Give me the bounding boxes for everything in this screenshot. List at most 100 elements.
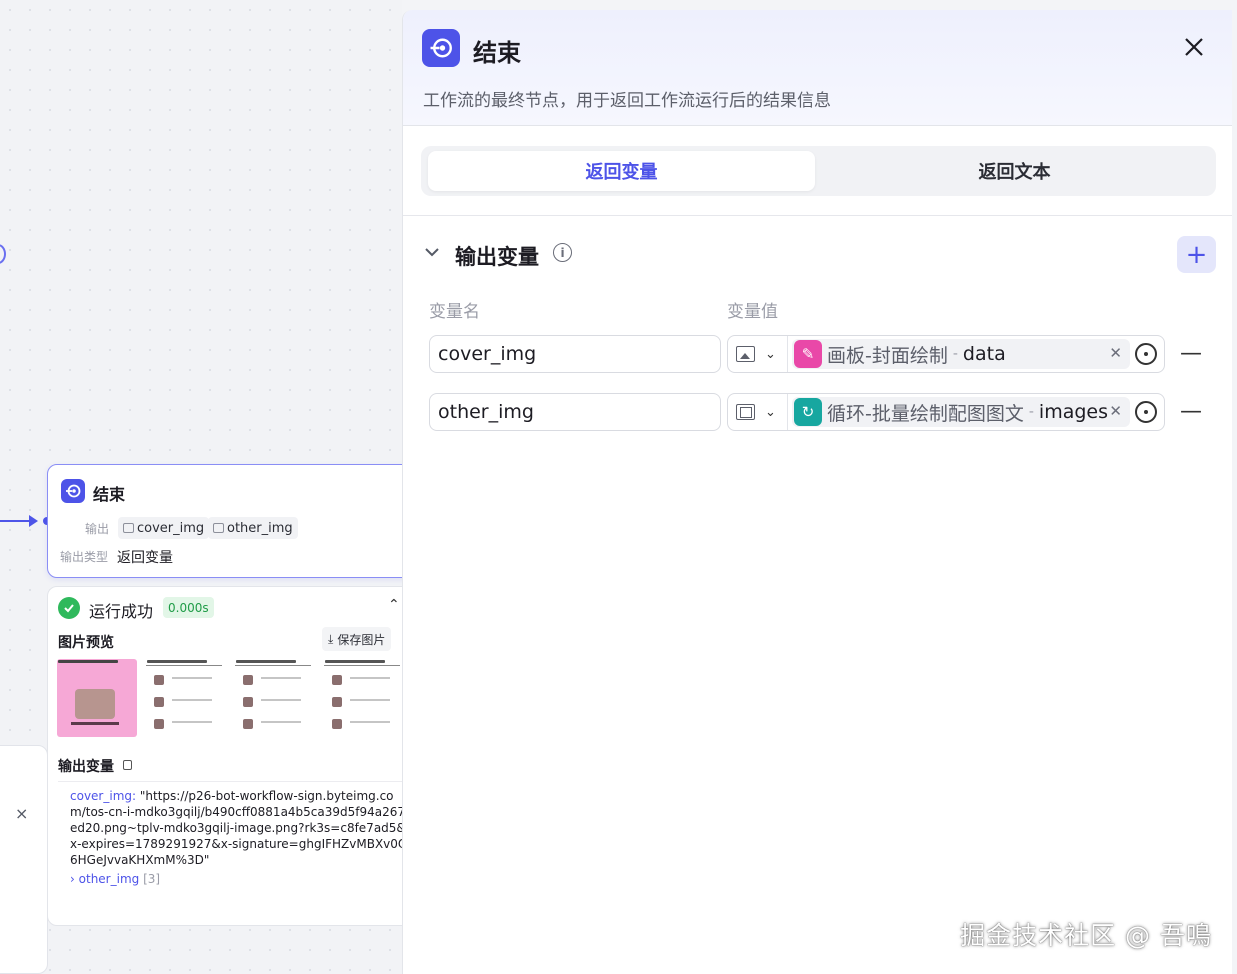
image-icon xyxy=(123,523,134,533)
clear-icon[interactable]: ✕ xyxy=(1109,344,1122,362)
thumb-row xyxy=(332,717,392,731)
end-node-card[interactable]: 结束 输出 cover_img other_img 输出类型 返回变量 xyxy=(47,464,402,578)
close-icon[interactable]: × xyxy=(15,804,28,823)
reference-separator: - xyxy=(1028,404,1034,420)
canvas-node-icon: ✎ xyxy=(794,340,822,368)
watermark: 掘金技术社区 @ 吾鳴 xyxy=(960,921,1212,950)
save-image-button[interactable]: ⤓ 保存图片 xyxy=(322,627,392,651)
reference-separator: - xyxy=(952,346,958,362)
chevron-down-icon: ⌄ xyxy=(765,404,776,420)
node-port-handle[interactable] xyxy=(0,244,6,264)
type-selector[interactable]: ⌄ xyxy=(728,394,788,430)
edge-line xyxy=(0,520,30,522)
end-node-icon xyxy=(61,479,85,503)
info-icon[interactable]: i xyxy=(553,243,572,262)
tab-return-text[interactable]: 返回文本 xyxy=(821,151,1208,191)
output-chip-label: other_img xyxy=(227,520,293,536)
close-icon xyxy=(1185,38,1203,56)
thumb-row-icon xyxy=(332,697,342,707)
output-variables-label: 输出变量 xyxy=(58,759,114,775)
thumb-row xyxy=(243,717,303,731)
panel-title[interactable]: 结束 xyxy=(473,33,521,68)
reference-tag[interactable]: ↻ 循环-批量绘制配图图文 - images ✕ xyxy=(792,397,1130,427)
variable-row: other_img ⌄ ↻ 循环-批量绘制配图图文 - images ✕ — xyxy=(429,393,1219,433)
remove-variable-button[interactable]: — xyxy=(1180,341,1202,366)
node-config-panel: 结束 工作流的最终节点，用于返回工作流运行后的结果信息 返回变量 返回文本 输出… xyxy=(402,10,1232,974)
variable-value-field[interactable]: ⌄ ↻ 循环-批量绘制配图图文 - images ✕ xyxy=(727,393,1165,431)
thumb-row-icon xyxy=(154,697,164,707)
output-variables-title: 输出变量 xyxy=(455,245,539,269)
add-variable-button[interactable]: + xyxy=(1177,236,1216,273)
thumb-row xyxy=(332,673,392,687)
variable-settings-icon[interactable] xyxy=(1135,401,1157,423)
thumb-row xyxy=(154,695,214,709)
thumb-row-line xyxy=(261,699,301,701)
output-chip-label: cover_img xyxy=(137,520,205,536)
loop-node-partial[interactable]: × xyxy=(0,745,48,974)
thumb-header xyxy=(236,660,296,663)
reference-variable-name: images xyxy=(1038,401,1109,423)
chevron-right-icon[interactable]: › xyxy=(70,872,75,886)
thumb-header xyxy=(58,660,118,663)
remove-variable-button[interactable]: — xyxy=(1180,399,1202,424)
reference-tag[interactable]: ✎ 画板-封面绘制 - data ✕ xyxy=(792,339,1130,369)
thumbnail-2[interactable] xyxy=(146,659,226,737)
json-entry-cover: cover_img: "https://p26-bot-workflow-sig… xyxy=(70,788,402,868)
end-node-title: 结束 xyxy=(93,485,126,504)
thumb-rule xyxy=(324,665,400,666)
thumb-rule xyxy=(235,665,311,666)
variable-row: cover_img ⌄ ✎ 画板-封面绘制 - data ✕ — xyxy=(429,335,1219,375)
chevron-up-icon[interactable]: ⌃ xyxy=(388,597,400,613)
type-selector[interactable]: ⌄ xyxy=(728,336,788,372)
image-preview-label: 图片预览 xyxy=(58,635,114,651)
loop-node-icon: ↻ xyxy=(794,398,822,426)
tab-return-variables[interactable]: 返回变量 xyxy=(428,151,815,191)
output-json-viewer: cover_img: "https://p26-bot-workflow-sig… xyxy=(58,781,402,909)
json-count: [3] xyxy=(143,872,161,886)
save-image-label: 保存图片 xyxy=(337,632,386,647)
run-status: 运行成功 xyxy=(89,602,154,621)
thumb-row-icon xyxy=(243,697,253,707)
reference-node-name: 循环-批量绘制配图图文 xyxy=(827,402,1024,425)
thumb-row xyxy=(243,695,303,709)
thumbnail-4[interactable] xyxy=(324,659,402,737)
close-button[interactable] xyxy=(1179,32,1209,62)
reference-node-name: 画板-封面绘制 xyxy=(827,344,948,367)
panel-header: 结束 工作流的最终节点，用于返回工作流运行后的结果信息 xyxy=(403,10,1232,126)
json-colon: : xyxy=(132,789,137,803)
panel-description: 工作流的最终节点，用于返回工作流运行后的结果信息 xyxy=(423,91,831,111)
thumb-row xyxy=(243,673,303,687)
thumbnail-3[interactable] xyxy=(235,659,315,737)
thumb-header xyxy=(325,660,385,663)
thumb-row-line xyxy=(172,721,212,723)
chevron-down-icon[interactable] xyxy=(425,242,439,261)
thumb-row-line xyxy=(261,721,301,723)
output-chip-other: other_img xyxy=(208,517,298,539)
thumbnail-cover[interactable] xyxy=(57,659,137,737)
end-node-icon xyxy=(422,29,460,67)
json-entry-other[interactable]: › other_img [3] xyxy=(70,871,402,887)
variable-settings-icon[interactable] xyxy=(1135,343,1157,365)
thumb-row xyxy=(154,717,214,731)
thumb-rule xyxy=(146,665,222,666)
thumb-row-line xyxy=(350,721,390,723)
thumb-caption xyxy=(71,722,119,725)
download-icon: ⤓ xyxy=(328,631,334,646)
thumb-row-icon xyxy=(332,719,342,729)
variable-name-input[interactable]: other_img xyxy=(429,393,721,431)
copy-icon[interactable] xyxy=(123,760,132,770)
clear-icon[interactable]: ✕ xyxy=(1109,402,1122,420)
edge-arrow xyxy=(29,515,38,527)
output-label: 输出 xyxy=(85,522,110,536)
thumb-row-line xyxy=(172,677,212,679)
variable-value-field[interactable]: ⌄ ✎ 画板-封面绘制 - data ✕ xyxy=(727,335,1165,373)
output-chip-cover: cover_img xyxy=(118,517,210,539)
variable-name-input[interactable]: cover_img xyxy=(429,335,721,373)
success-check-icon xyxy=(58,597,80,619)
json-key: other_img xyxy=(78,872,140,886)
thumb-row-line xyxy=(261,677,301,679)
thumb-row xyxy=(154,673,214,687)
array-image-icon xyxy=(736,404,755,420)
workflow-canvas[interactable]: × 结束 输出 cover_img other_img 输出类型 返回变量 运行… xyxy=(0,0,402,974)
thumb-row-icon xyxy=(154,675,164,685)
